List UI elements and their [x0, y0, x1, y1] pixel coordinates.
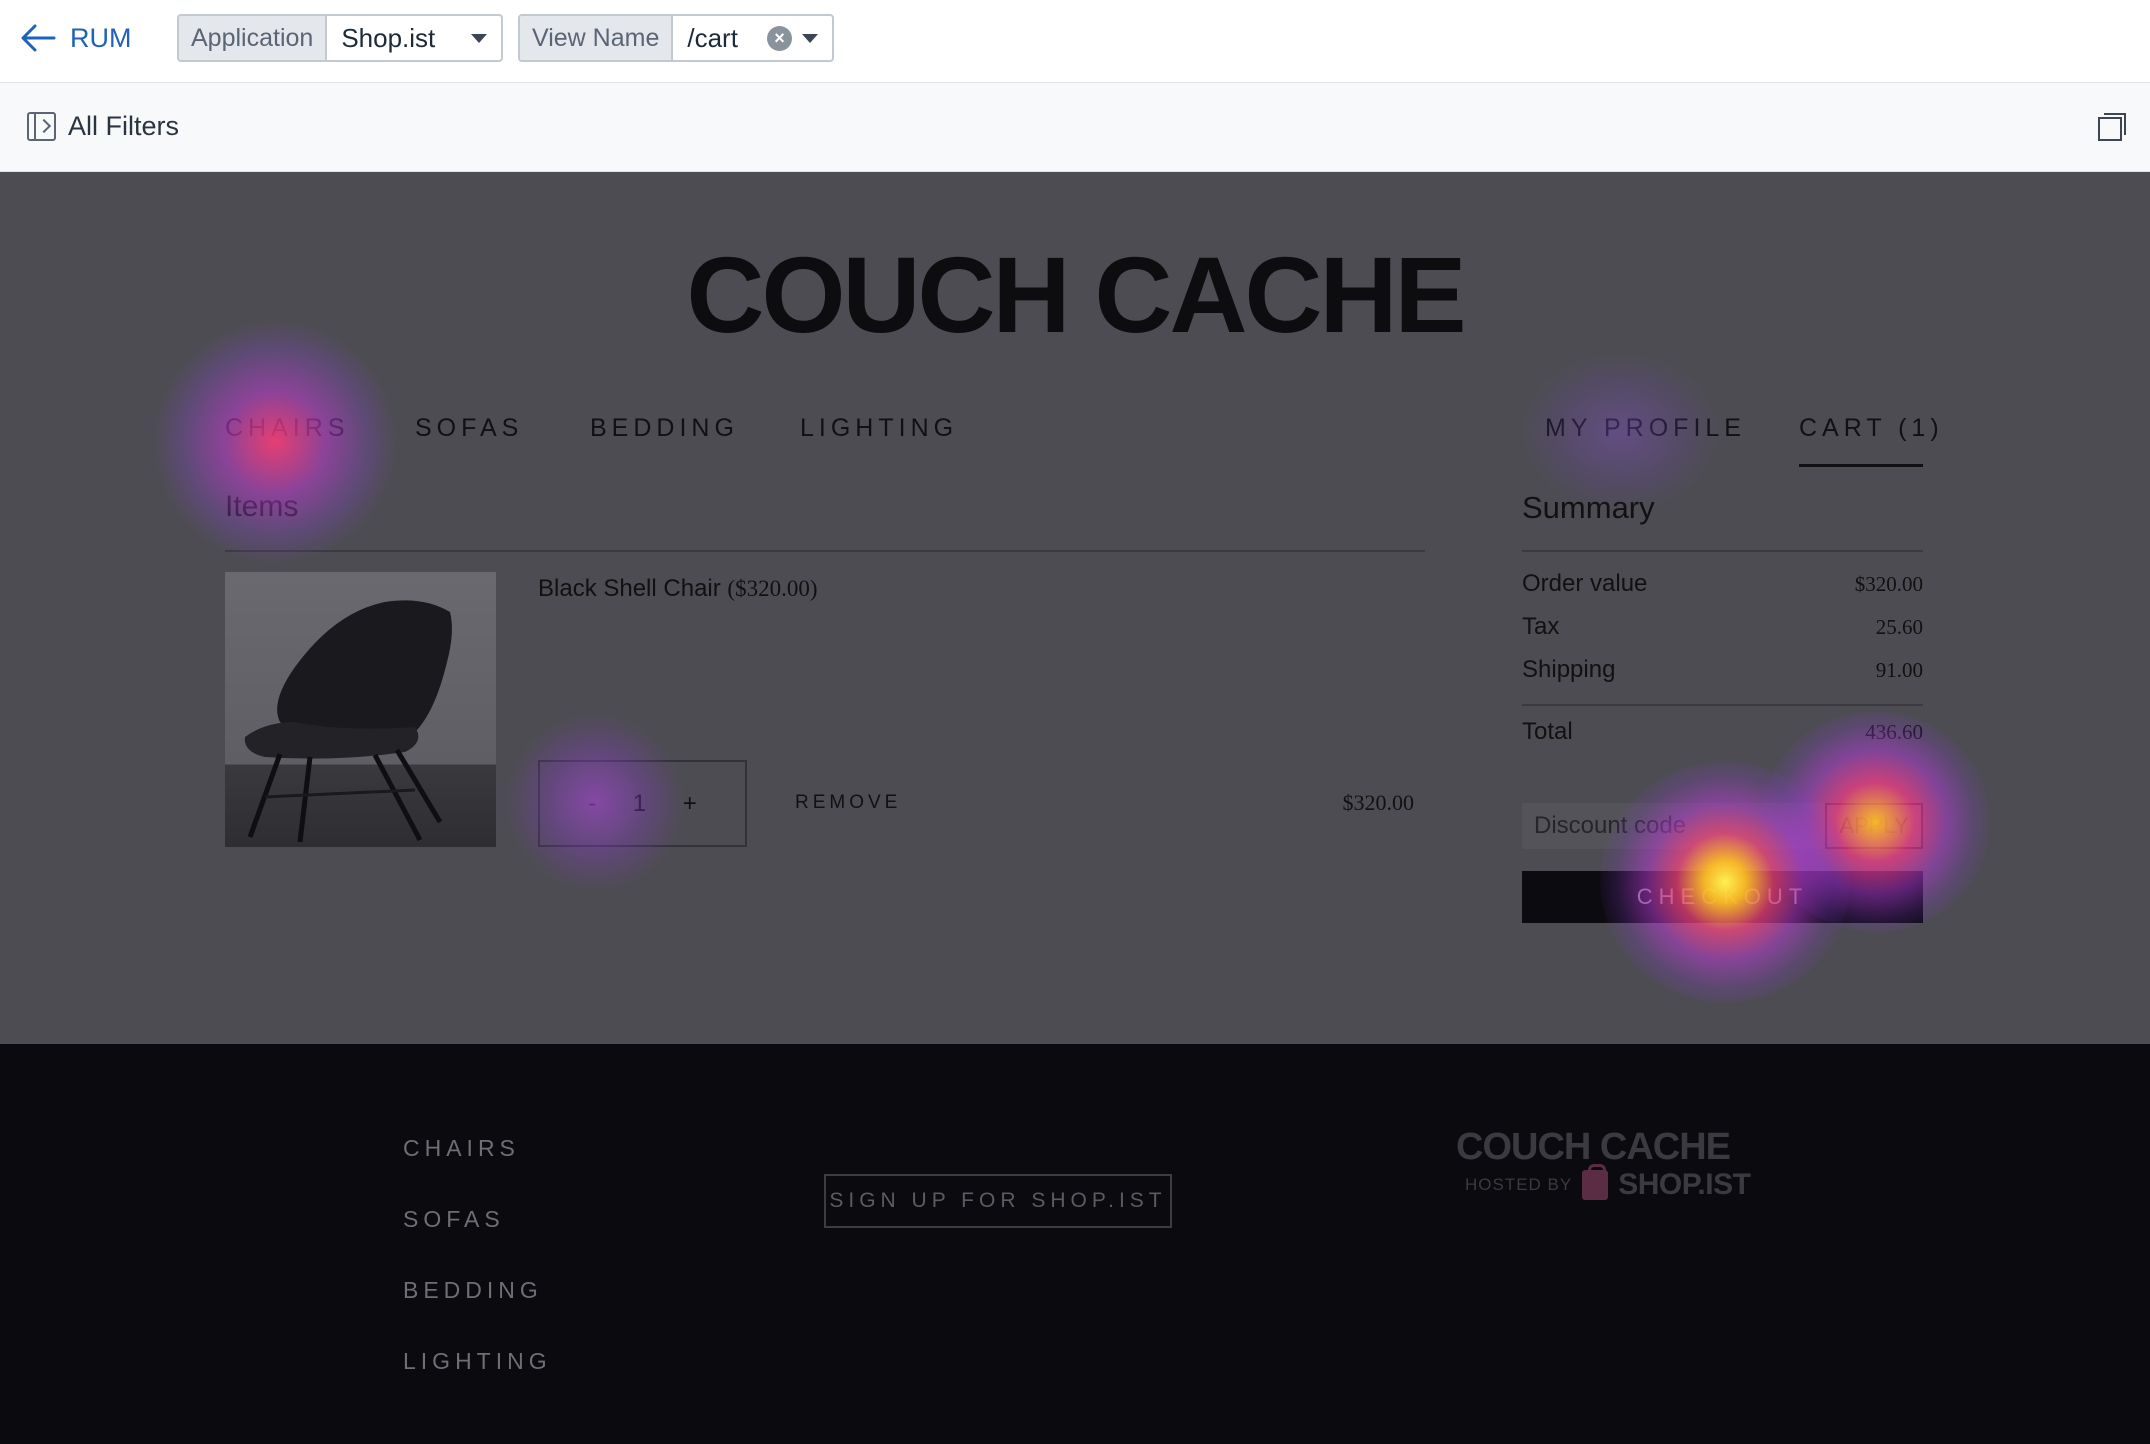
shop-logo: COUCH CACHE: [686, 234, 1467, 355]
chevron-down-icon[interactable]: [471, 33, 487, 43]
nav-cart[interactable]: CART (1): [1799, 414, 1944, 443]
product-image: [225, 572, 496, 847]
remove-button[interactable]: REMOVE: [795, 792, 901, 814]
summary-row-order-value: Order value $320.00: [1522, 570, 1923, 598]
product-name: Black Shell Chair ($320.00): [538, 575, 818, 603]
nav-bedding[interactable]: BEDDING: [590, 414, 739, 443]
chair-image: [244, 600, 452, 843]
summary-row-shipping: Shipping 91.00: [1522, 656, 1923, 684]
summary-label: Order value: [1522, 570, 1648, 597]
arrow-left-icon: [21, 24, 56, 52]
summary-value: 25.60: [1875, 615, 1923, 639]
summary-label: Tax: [1522, 613, 1560, 640]
footer-link-sofas[interactable]: SOFAS: [403, 1206, 505, 1233]
summary-row-total: Total 436.60: [1522, 718, 1923, 746]
nav-chairs[interactable]: CHAIRS: [225, 414, 349, 443]
host-name: SHOP.IST: [1618, 1168, 1751, 1201]
summary-row-tax: Tax 25.60: [1522, 613, 1923, 641]
nav-my-profile[interactable]: MY PROFILE: [1545, 414, 1746, 443]
summary-label: Shipping: [1522, 656, 1616, 683]
summary-heading: Summary: [1522, 490, 1655, 525]
apply-button[interactable]: APPLY: [1825, 803, 1923, 849]
back-label: RUM: [70, 22, 132, 53]
footer-logo: COUCH CACHE: [1456, 1126, 1731, 1168]
hosted-by: HOSTED BY SHOP.IST: [1465, 1164, 1751, 1202]
checkout-button[interactable]: CHECKOUT: [1522, 871, 1923, 923]
all-filters-toggle[interactable]: All Filters: [27, 111, 179, 142]
product-price: ($320.00): [727, 576, 818, 601]
shop-footer: CHAIRS SOFAS BEDDING LIGHTING SIGN UP FO…: [0, 1044, 2150, 1444]
summary-value: 91.00: [1875, 658, 1923, 682]
discount-form: APPLY: [1522, 803, 1923, 849]
expand-panel-icon: [27, 112, 56, 141]
quantity-stepper[interactable]: - 1 +: [538, 760, 747, 847]
application-filter[interactable]: Application Shop.ist: [177, 14, 503, 62]
application-select[interactable]: Shop.ist: [327, 16, 501, 60]
heatmap-page-preview: COUCH CACHE CHAIRS SOFAS BEDDING LIGHTIN…: [0, 172, 2150, 1044]
application-filter-label: Application: [179, 16, 328, 60]
discount-code-input[interactable]: [1534, 812, 1814, 840]
chevron-down-icon[interactable]: [802, 33, 818, 43]
all-filters-label: All Filters: [68, 111, 180, 141]
divider: [225, 550, 1425, 552]
line-total: $320.00: [1342, 790, 1415, 815]
divider: [1522, 704, 1923, 706]
footer-link-bedding[interactable]: BEDDING: [403, 1277, 543, 1304]
nav-sofas[interactable]: SOFAS: [415, 414, 523, 443]
signup-button[interactable]: SIGN UP FOR SHOP.IST: [824, 1174, 1172, 1228]
view-name-value: /cart: [687, 22, 738, 53]
view-name-filter-label: View Name: [520, 16, 674, 60]
view-name-select[interactable]: /cart ×: [673, 16, 832, 60]
footer-link-chairs[interactable]: CHAIRS: [403, 1135, 520, 1162]
total-label: Total: [1522, 718, 1573, 745]
footer-link-lighting[interactable]: LIGHTING: [403, 1348, 552, 1375]
divider: [1522, 550, 1923, 552]
toolbar: RUM Application Shop.ist View Name /cart…: [0, 0, 2150, 83]
product-title[interactable]: Black Shell Chair: [538, 575, 721, 602]
hosted-by-label: HOSTED BY: [1465, 1175, 1573, 1194]
nav-lighting[interactable]: LIGHTING: [800, 414, 958, 443]
fullscreen-icon[interactable]: [2098, 113, 2126, 141]
items-heading: Items: [225, 490, 299, 523]
application-value: Shop.ist: [341, 22, 436, 53]
increment-button[interactable]: +: [683, 790, 697, 818]
clear-icon[interactable]: ×: [767, 25, 792, 51]
active-nav-underline: [1799, 464, 1923, 467]
decrement-button[interactable]: -: [588, 790, 596, 818]
shopping-bag-icon: [1582, 1164, 1609, 1200]
quantity-value: 1: [632, 789, 647, 817]
view-name-filter[interactable]: View Name /cart ×: [518, 14, 834, 62]
summary-value: $320.00: [1854, 572, 1923, 596]
total-value: 436.60: [1865, 720, 1923, 744]
back-to-rum-link[interactable]: RUM: [20, 18, 132, 58]
filter-bar: All Filters: [0, 83, 2150, 172]
